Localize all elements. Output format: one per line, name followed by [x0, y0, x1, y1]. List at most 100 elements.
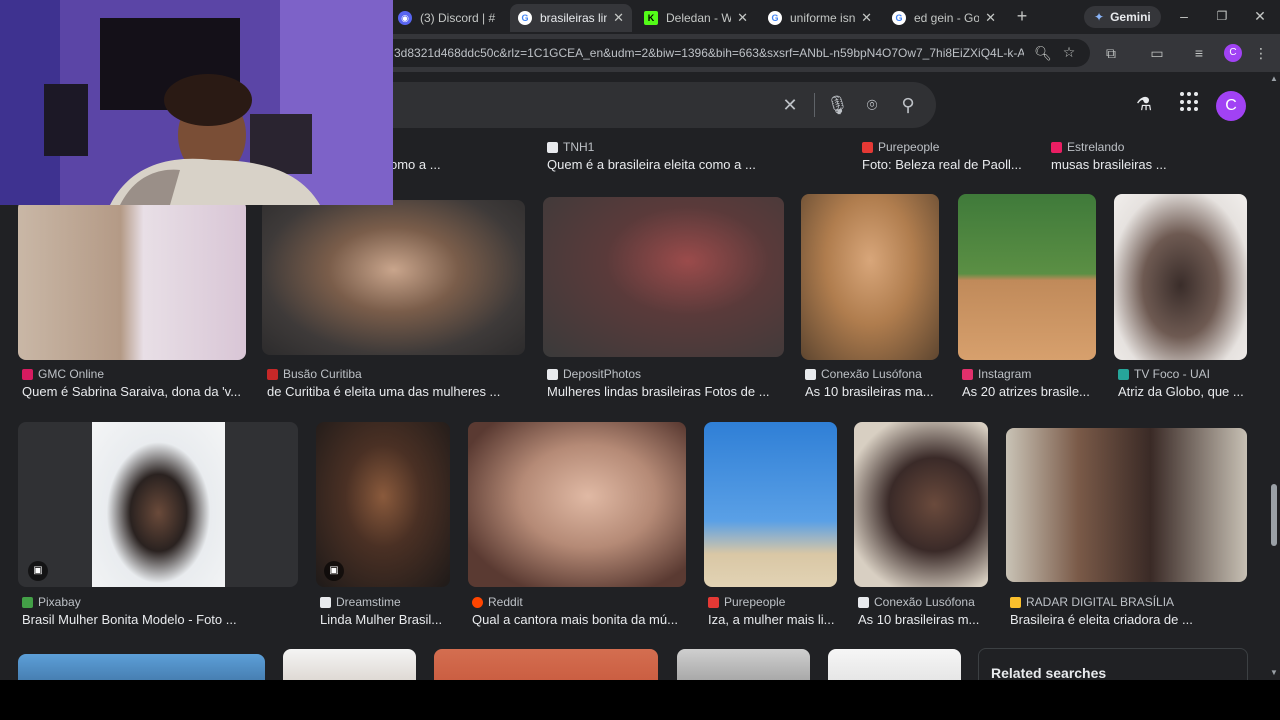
minimize-icon[interactable]: – — [1176, 8, 1192, 24]
tab-label: brasileiras lind — [540, 11, 608, 25]
source-favicon — [547, 141, 558, 153]
result-source[interactable]: TNH1 — [547, 140, 594, 154]
labs-icon[interactable]: ⚗︎ — [1136, 94, 1152, 115]
result-image-content — [92, 422, 225, 587]
search-box[interactable]: ✕ 🎙︎ ⌾ ⚲ — [330, 82, 936, 128]
result-image[interactable]: ▣ — [18, 422, 298, 587]
related-searches-panel[interactable]: Related searches — [978, 648, 1248, 680]
result-image[interactable] — [704, 422, 837, 587]
scrollbar-thumb[interactable] — [1271, 484, 1277, 546]
result-caption[interactable]: musas brasileiras ... — [1051, 157, 1241, 172]
result-source[interactable]: Purepeople — [862, 140, 939, 154]
result-source[interactable]: TV Foco - UAI — [1118, 367, 1210, 381]
result-source[interactable]: Instagram — [962, 367, 1031, 381]
lens-search-icon[interactable]: ⌾ — [862, 95, 882, 115]
result-source[interactable]: Estrelando — [1051, 140, 1124, 154]
result-image[interactable] — [543, 197, 784, 357]
media-control-icon[interactable]: ≡ — [1190, 44, 1208, 62]
source-favicon — [805, 368, 816, 380]
search-icon[interactable]: ⚲ — [898, 95, 918, 115]
result-caption[interactable]: Brasil Mulher Bonita Modelo - Foto ... — [22, 612, 302, 627]
webcam-overlay — [0, 0, 393, 205]
result-image[interactable] — [801, 194, 939, 360]
result-caption[interactable]: Quem é a brasileira eleita como a ... — [547, 157, 847, 172]
result-caption[interactable]: As 10 brasileiras m... — [858, 612, 988, 627]
result-image[interactable] — [1114, 194, 1247, 360]
gemini-button[interactable]: ✦ Gemini — [1084, 6, 1161, 28]
tab-kick[interactable]: K Deledan - Wat ✕ — [636, 4, 756, 32]
scroll-down-arrow-icon[interactable]: ▼ — [1270, 668, 1278, 677]
result-caption[interactable]: de Curitiba é eleita uma das mulheres ..… — [267, 384, 529, 399]
result-caption[interactable]: As 10 brasileiras ma... — [805, 384, 945, 399]
profile-avatar-small[interactable]: C — [1224, 44, 1242, 62]
cast-icon[interactable]: ▭ — [1148, 44, 1166, 62]
source-favicon — [1118, 368, 1129, 380]
bookmark-star-icon[interactable]: ☆ — [1060, 43, 1078, 61]
window-close-icon[interactable]: ✕ — [1252, 8, 1268, 24]
result-source[interactable]: Pixabay — [22, 595, 81, 609]
result-caption[interactable]: Brasileira é eleita criadora de ... — [1010, 612, 1250, 627]
close-icon[interactable]: ✕ — [985, 10, 996, 26]
result-caption[interactable]: Atriz da Globo, que ... — [1118, 384, 1250, 399]
result-source[interactable]: DepositPhotos — [547, 367, 641, 381]
new-tab-button[interactable]: + — [1012, 6, 1032, 26]
result-source[interactable]: Busão Curitiba — [267, 367, 362, 381]
tab-discord[interactable]: ◉ (3) Discord | # — [390, 4, 508, 32]
result-source[interactable]: RADAR DIGITAL BRASÍLIA — [1010, 595, 1174, 609]
apps-grid-icon[interactable] — [1180, 92, 1200, 112]
result-source[interactable]: Dreamstime — [320, 595, 401, 609]
result-image[interactable]: ▣ — [316, 422, 450, 587]
result-source[interactable]: GMC Online — [22, 367, 104, 381]
result-image[interactable] — [828, 649, 961, 680]
result-image[interactable] — [18, 200, 246, 360]
tab-google-active[interactable]: G brasileiras lind ✕ — [510, 4, 632, 32]
result-image[interactable] — [677, 649, 810, 680]
close-icon[interactable]: ✕ — [861, 10, 872, 26]
result-source[interactable]: Conexão Lusófona — [858, 595, 975, 609]
result-caption[interactable]: omo a ... — [390, 157, 540, 172]
close-icon[interactable]: ✕ — [613, 10, 624, 26]
account-avatar[interactable]: C — [1216, 91, 1246, 121]
scrollbar[interactable]: ▲ ▼ — [1268, 72, 1280, 680]
close-icon[interactable]: ✕ — [737, 10, 748, 26]
tab-label: Deledan - Wat — [666, 11, 732, 25]
related-searches-title: Related searches — [991, 665, 1107, 680]
result-source[interactable]: Purepeople — [708, 595, 785, 609]
result-image[interactable] — [262, 200, 525, 355]
result-image[interactable] — [958, 194, 1096, 360]
google-icon: G — [892, 11, 906, 25]
result-caption[interactable]: Qual a cantora mais bonita da mú... — [472, 612, 686, 627]
result-caption[interactable]: Quem é Sabrina Saraiva, dona da 'v... — [22, 384, 252, 399]
kick-icon: K — [644, 11, 658, 25]
google-icon: G — [518, 11, 532, 25]
result-image[interactable] — [434, 649, 658, 680]
voice-search-icon[interactable]: 🎙︎ — [826, 95, 849, 115]
google-icon: G — [768, 11, 782, 25]
result-image[interactable] — [18, 654, 265, 680]
scroll-up-arrow-icon[interactable]: ▲ — [1270, 74, 1278, 83]
result-caption[interactable]: Foto: Beleza real de Paoll... — [862, 157, 1042, 172]
tab-google-uniforme[interactable]: G uniforme isnti ✕ — [760, 4, 880, 32]
source-favicon — [858, 596, 869, 608]
url-text[interactable]: 3d8321d468ddc50c&rlz=1C1GCEA_en&udm=2&bi… — [394, 46, 1024, 60]
kebab-menu-icon[interactable]: ⋮ — [1252, 44, 1270, 62]
result-source[interactable]: Reddit — [472, 595, 523, 609]
result-image[interactable] — [1006, 428, 1247, 582]
result-image[interactable] — [854, 422, 988, 587]
tab-label: ed gein - Goog — [914, 11, 980, 25]
extensions-icon[interactable]: ⧉ — [1102, 44, 1120, 62]
result-image[interactable] — [283, 649, 416, 680]
image-badge-icon: ▣ — [324, 561, 344, 581]
tab-google-edgein[interactable]: G ed gein - Goog ✕ — [884, 4, 1004, 32]
address-bar[interactable]: 3d8321d468ddc50c&rlz=1C1GCEA_en&udm=2&bi… — [380, 39, 1090, 67]
result-caption[interactable]: Mulheres lindas brasileiras Fotos de ... — [547, 384, 787, 399]
result-caption[interactable]: Linda Mulher Brasil... — [320, 612, 454, 627]
result-caption[interactable]: As 20 atrizes brasile... — [962, 384, 1102, 399]
result-source[interactable]: Conexão Lusófona — [805, 367, 922, 381]
zoom-icon[interactable]: 🔍︎ — [1034, 44, 1052, 62]
result-image[interactable] — [468, 422, 686, 587]
restore-icon[interactable]: ❐ — [1214, 8, 1230, 24]
clear-icon[interactable]: ✕ — [780, 95, 800, 115]
result-caption[interactable]: Iza, a mulher mais li... — [708, 612, 838, 627]
source-favicon — [1051, 141, 1062, 153]
